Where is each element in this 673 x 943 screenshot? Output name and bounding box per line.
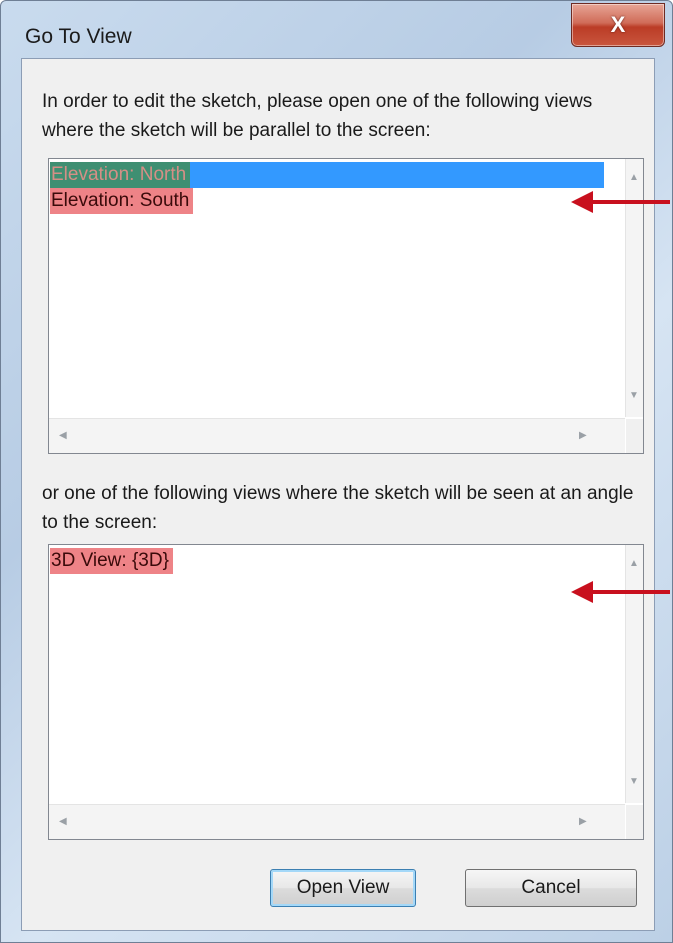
list-item-elevation-north[interactable]: Elevation: North [50,162,191,188]
scroll-left-icon[interactable]: ◀ [59,817,67,827]
vertical-scrollbar[interactable]: ▲ ▼ [625,159,643,417]
cancel-button[interactable]: Cancel [465,869,637,907]
parallel-views-list[interactable]: Elevation: North Elevation: South ▲ ▼ ◀ … [48,158,644,454]
scroll-down-icon[interactable]: ▼ [629,391,639,401]
scroll-left-icon[interactable]: ◀ [59,431,67,441]
horizontal-scrollbar[interactable]: ◀ ▶ [49,804,625,839]
annotation-arrow-left-icon [571,581,670,603]
dialog-body: In order to edit the sketch, please open… [21,58,655,931]
vertical-scrollbar[interactable]: ▲ ▼ [625,545,643,803]
angle-views-list[interactable]: 3D View: {3D} ▲ ▼ ◀ ▶ [48,544,644,840]
angle-instructions: or one of the following views where the … [42,483,634,533]
horizontal-scrollbar[interactable]: ◀ ▶ [49,418,625,453]
scroll-up-icon[interactable]: ▲ [629,173,639,183]
close-icon: X [610,12,626,37]
open-view-button[interactable]: Open View [270,869,416,907]
go-to-view-dialog: Go To View X In order to edit the sketch… [0,0,673,943]
scroll-up-icon[interactable]: ▲ [629,559,639,569]
scroll-down-icon[interactable]: ▼ [629,777,639,787]
scroll-right-icon[interactable]: ▶ [579,817,587,827]
annotation-arrow-left-icon [571,191,670,213]
dialog-title: Go To View [25,25,132,48]
scroll-right-icon[interactable]: ▶ [579,431,587,441]
parallel-instructions: In order to edit the sketch, please open… [42,91,593,141]
list-item-3d-view[interactable]: 3D View: {3D} [50,548,173,574]
close-button[interactable]: X [571,3,665,47]
list-item-elevation-south[interactable]: Elevation: South [50,188,194,214]
title-bar[interactable]: Go To View X [1,1,672,57]
scrollbar-corner [626,419,643,453]
scrollbar-corner [626,805,643,839]
